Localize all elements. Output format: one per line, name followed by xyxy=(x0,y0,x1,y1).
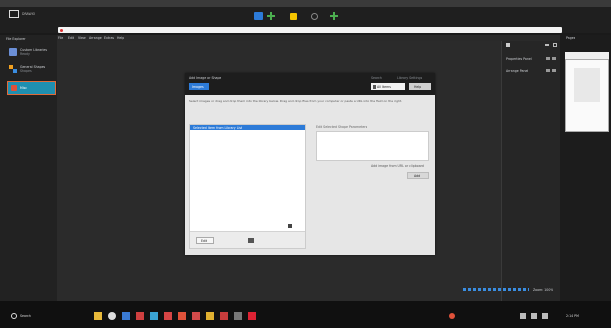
sidebar-item-custom-libraries[interactable]: Custom Libraries Ready xyxy=(9,47,49,61)
panel-row-properties[interactable]: Properties Panel xyxy=(504,55,559,62)
network-icon[interactable] xyxy=(520,313,526,319)
app-logo-caption: DRAWIO xyxy=(22,12,36,16)
taskbar-clock[interactable]: 2:14 PM xyxy=(566,314,579,318)
filter-icon xyxy=(372,84,376,89)
tab-images[interactable]: Images xyxy=(189,83,209,90)
taskbar: Search 2:14 PM xyxy=(0,301,611,328)
misc-icon xyxy=(11,85,17,91)
menu-item-arrange[interactable]: Arrange xyxy=(89,36,102,40)
dialog-title: Add Image or Shape xyxy=(189,76,222,80)
add-icon[interactable] xyxy=(267,12,275,20)
add-icon[interactable] xyxy=(330,12,338,20)
sidebar-item-general-shapes[interactable]: General Shapes Shapes xyxy=(9,64,49,78)
lock-icon[interactable] xyxy=(290,13,297,20)
edit-button[interactable]: Edit xyxy=(196,237,214,244)
thumbnail-panel: Pages xyxy=(560,35,611,301)
library-settings-label: Library Settings xyxy=(397,76,423,80)
page-dots-icon[interactable] xyxy=(463,288,529,291)
library-icon xyxy=(9,48,17,56)
taskbar-search-label[interactable]: Search xyxy=(20,314,31,318)
search-icon[interactable] xyxy=(11,313,17,319)
app-logo-icon[interactable] xyxy=(9,10,19,18)
sidebar-item-sub: Shapes xyxy=(20,69,32,73)
thumbnail-preview xyxy=(574,68,600,102)
settings-icon[interactable] xyxy=(192,312,200,320)
address-bar[interactable] xyxy=(58,27,562,33)
chat-icon[interactable] xyxy=(164,312,172,320)
store-icon[interactable] xyxy=(136,312,144,320)
sidebar-item-label: Misc xyxy=(20,86,28,90)
add-button[interactable]: Add xyxy=(407,172,429,179)
expand-icon xyxy=(546,57,550,60)
expand-icon xyxy=(546,69,550,72)
settings-icon xyxy=(552,57,556,60)
weather-icon xyxy=(449,313,455,319)
volume-icon[interactable] xyxy=(531,313,537,319)
browser-icon[interactable] xyxy=(108,312,116,320)
sidebar-item-misc[interactable]: Misc xyxy=(7,81,56,95)
sidebar-header: File Explorer xyxy=(6,37,26,41)
terminal-icon[interactable] xyxy=(150,312,158,320)
menu-item-view[interactable]: View xyxy=(78,36,86,40)
right-panel: Properties Panel Arrange Panel xyxy=(501,41,560,301)
list-item-selected[interactable]: Selected Item from Library List xyxy=(190,125,305,130)
panel-row-arrange[interactable]: Arrange Panel xyxy=(504,67,559,74)
battery-icon[interactable] xyxy=(542,313,548,319)
music-icon[interactable] xyxy=(220,312,228,320)
sidebar-item-sub: Ready xyxy=(20,52,30,56)
add-image-dialog: Add Image or Shape Images Search Library… xyxy=(185,73,435,255)
mail-icon[interactable] xyxy=(122,312,130,320)
resize-handle-icon[interactable] xyxy=(288,224,292,228)
right-field-label: Edit Selected Shape Parameters xyxy=(316,125,368,129)
close-icon[interactable] xyxy=(553,43,557,47)
menu-item-extras[interactable]: Extras xyxy=(104,36,114,40)
search-label: Search xyxy=(371,76,382,80)
thumbnail-header xyxy=(565,52,609,59)
file-explorer-icon[interactable] xyxy=(94,312,102,320)
menu-item-help[interactable]: Help xyxy=(117,36,124,40)
settings-icon xyxy=(552,69,556,72)
photo-icon[interactable] xyxy=(178,312,186,320)
menu-item-file[interactable]: File xyxy=(58,36,63,40)
help-button[interactable]: Help xyxy=(409,83,431,90)
dialog-header: Add Image or Shape Images Search Library… xyxy=(185,73,435,95)
tray-weather[interactable] xyxy=(449,312,504,320)
image-icon[interactable] xyxy=(248,238,254,243)
add-from-url-link[interactable]: Add image from URL or clipboard xyxy=(371,164,424,168)
os-title-bar xyxy=(0,0,611,7)
page-icon[interactable] xyxy=(254,12,263,20)
zoom-status: Zoom: 100% xyxy=(533,287,554,292)
record-icon xyxy=(60,28,63,32)
dialog-description: Select images or drag and drop them into… xyxy=(189,99,403,103)
shapes-icon xyxy=(9,65,17,73)
page-thumbnail[interactable] xyxy=(565,59,609,132)
calendar-icon[interactable] xyxy=(206,312,214,320)
url-textarea[interactable] xyxy=(316,131,429,161)
settings-icon[interactable] xyxy=(311,13,318,20)
status-bar: Zoom: 100% xyxy=(463,287,559,293)
thumb-panel-label: Pages xyxy=(566,36,576,40)
image-list[interactable]: Selected Item from Library List Edit xyxy=(189,124,306,249)
pin-icon[interactable] xyxy=(506,43,510,47)
menu-item-edit[interactable]: Edit xyxy=(68,36,74,40)
list-footer: Edit xyxy=(190,231,305,248)
video-icon[interactable] xyxy=(234,312,242,320)
minimize-icon[interactable] xyxy=(545,44,549,46)
notes-icon[interactable] xyxy=(248,312,256,320)
filter-select[interactable]: All Items xyxy=(371,83,405,90)
